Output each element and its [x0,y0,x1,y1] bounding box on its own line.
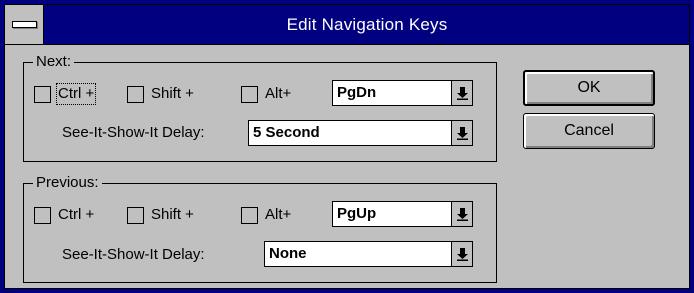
cancel-button[interactable]: Cancel [523,113,655,149]
dropdown-arrow-icon [456,87,468,100]
combo-value: PgUp [337,205,377,222]
checkbox-label: Shift + [151,85,194,102]
next-group-legend: Next: [33,53,75,70]
dropdown-button[interactable] [451,242,472,266]
title-bar[interactable]: Edit Navigation Keys [5,5,689,45]
next-delay-label: See-It-Show-It Delay: [62,124,205,141]
next-delay-combo[interactable]: 5 Second [248,120,473,146]
previous-delay-combo[interactable]: None [264,241,473,267]
previous-group: Previous: Ctrl + Shift + Alt+ PgUp See-I… [23,174,497,283]
dialog-client: Edit Navigation Keys Next: Ctrl + Shift … [4,4,690,289]
previous-alt-checkbox[interactable]: Alt+ [241,206,291,224]
previous-shift-checkbox[interactable]: Shift + [127,206,194,224]
combo-value: None [269,245,307,262]
combo-value: 5 Second [253,124,320,141]
dropdown-button[interactable] [451,81,472,105]
next-shift-checkbox[interactable]: Shift + [127,85,194,103]
window-title: Edit Navigation Keys [286,15,448,34]
checkbox-box[interactable] [241,206,258,224]
next-key-combo[interactable]: PgDn [332,80,473,106]
checkbox-label: Shift + [151,206,194,223]
checkbox-box[interactable] [127,206,144,224]
checkbox-label: Alt+ [265,206,292,223]
checkbox-box[interactable] [34,206,51,224]
previous-ctrl-checkbox[interactable]: Ctrl + [34,206,94,224]
previous-key-combo[interactable]: PgUp [332,201,473,227]
next-alt-checkbox[interactable]: Alt+ [241,85,291,103]
previous-group-legend: Previous: [33,174,102,191]
system-menu-button[interactable] [5,5,44,44]
dropdown-arrow-icon [456,127,468,140]
dropdown-button[interactable] [451,121,472,145]
dropdown-arrow-icon [456,208,468,221]
checkbox-box[interactable] [241,85,258,103]
next-group: Next: Ctrl + Shift + Alt+ PgDn See-It-Sh… [23,53,497,162]
dialog-window: Edit Navigation Keys Next: Ctrl + Shift … [0,0,694,293]
checkbox-box[interactable] [127,85,144,103]
checkbox-label: Alt+ [265,85,292,102]
combo-value: PgDn [337,84,377,101]
system-menu-icon [12,21,37,28]
checkbox-box[interactable] [34,85,51,103]
dropdown-button[interactable] [451,202,472,226]
dropdown-arrow-icon [456,248,468,261]
ok-button[interactable]: OK [523,70,655,106]
next-ctrl-checkbox[interactable]: Ctrl + [34,83,97,105]
checkbox-label: Ctrl + [55,83,97,105]
previous-delay-label: See-It-Show-It Delay: [62,246,205,263]
checkbox-label: Ctrl + [58,206,95,223]
